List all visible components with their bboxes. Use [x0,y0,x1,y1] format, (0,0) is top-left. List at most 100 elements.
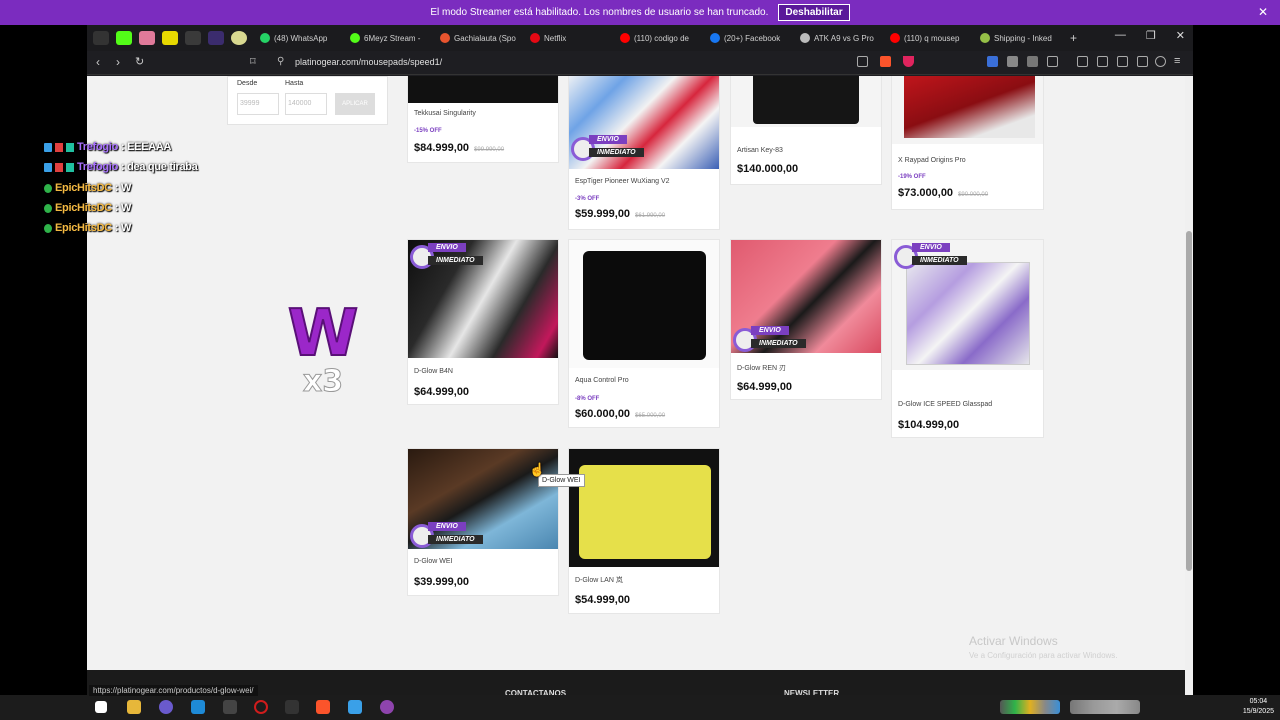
windows-start-icon[interactable] [95,701,107,713]
from-label: Desde [237,80,258,87]
shipping-badge: ENVIO INMEDIATO [571,135,661,163]
product-price: $140.000,00 [737,163,799,175]
product-price: $84.999,00 $99.990,00 [414,142,505,154]
product-name[interactable]: Tekkusai Singularity [414,110,476,117]
product-image[interactable] [569,449,719,567]
product-name[interactable]: D-Glow REN 刃 [737,363,786,373]
close-window-button[interactable]: ✕ [1176,29,1185,42]
product-card[interactable]: Aqua Control Pro -8% OFF $60.000,00 $65.0… [568,239,720,428]
chat-username[interactable]: Trefogio [77,141,118,153]
media-icon[interactable] [1077,56,1088,67]
brave-rewards-icon[interactable] [903,56,914,67]
product-image[interactable] [408,76,558,103]
apply-filter-button[interactable]: APLICAR [335,93,375,115]
brave-icon[interactable] [316,700,330,714]
forward-icon[interactable]: › [116,55,120,69]
tab-favicon-icon [980,33,990,43]
disable-streamer-button[interactable]: Deshabilitar [778,4,850,21]
product-image[interactable] [731,76,881,127]
discount-label: -8% OFF [575,396,600,402]
url-text[interactable]: platinogear.com/mousepads/speed1/ [295,57,442,67]
chat-username[interactable]: EpicHitsDC [55,182,112,194]
menu-icon[interactable]: ≡ [1174,55,1180,67]
app-icon[interactable] [223,700,237,714]
chat-badge-icon [66,162,74,172]
browser-tab[interactable]: Shipping - Inked [974,27,1064,49]
product-name[interactable]: D-Glow B4N [414,368,453,375]
browser-tab[interactable]: (48) WhatsApp [254,27,344,49]
bookmark-icon[interactable]: ⌑ [250,55,256,68]
browser-tab[interactable]: ATK A9 vs G Pro [794,27,884,49]
product-name[interactable]: Aqua Control Pro [575,377,629,384]
extension-icon[interactable] [1047,56,1058,67]
product-name[interactable]: D-Glow ICE SPEED Glasspad [898,401,992,408]
price-from-input[interactable]: 39999 [237,93,279,115]
taskbar-clock[interactable]: 05:04 15/9/2025 [1243,697,1274,717]
translate-icon[interactable] [987,56,998,67]
pinned-tab-icon[interactable] [208,31,224,45]
price-to-input[interactable]: 140000 [285,93,327,115]
app-icon[interactable] [159,700,173,714]
chat-text: : dea que tiraba [121,161,198,173]
product-price: $64.999,00 [737,381,793,393]
product-image[interactable] [892,76,1043,144]
browser-tab[interactable]: (20+) Facebook [704,27,794,49]
browser-tab[interactable]: Netflix [524,27,614,49]
site-info-icon[interactable]: ⚲ [277,56,284,67]
product-name[interactable]: D-Glow LAN 岚 [575,575,623,585]
minimize-button[interactable]: — [1115,29,1126,42]
chat-username[interactable]: Trefogio [77,161,118,173]
pinned-tab-icon[interactable] [162,31,178,45]
product-card[interactable]: ENVIO INMEDIATO EspTiger Pioneer WuXiang … [568,76,720,230]
product-card[interactable]: X Raypad Origins Pro -19% OFF $73.000,00… [891,76,1044,210]
app-icon[interactable] [380,700,394,714]
extension-icon[interactable] [1007,56,1018,67]
system-tray-icons[interactable] [1070,700,1140,714]
browser-tab[interactable]: (110) q mousep [884,27,974,49]
product-name[interactable]: D-Glow WEI [414,558,453,565]
product-card[interactable]: ENVIO INMEDIATO D-Glow B4N $64.999,00 [407,239,559,405]
tab-label: (48) WhatsApp [274,33,328,43]
vscode-icon[interactable] [191,700,205,714]
back-icon[interactable]: ‹ [96,55,100,69]
chat-username[interactable]: EpicHitsDC [55,222,112,234]
maximize-button[interactable]: ❐ [1146,29,1156,42]
new-tab-button[interactable]: + [1070,31,1077,45]
share-icon[interactable] [857,56,868,67]
emote-multiplier: x3 [303,364,343,397]
product-card[interactable]: ENVIO INMEDIATO D-Glow REN 刃 $64.999,00 [730,239,882,400]
brave-shields-icon[interactable] [880,56,891,67]
pinned-tab-icon[interactable] [231,31,247,45]
sidebar-icon[interactable] [1097,56,1108,67]
product-image[interactable] [569,240,719,368]
file-explorer-icon[interactable] [127,700,141,714]
pinned-tab-icon[interactable] [93,31,109,45]
browser-tab[interactable]: (110) codigo de [614,27,704,49]
system-tray-icons[interactable] [1000,700,1060,714]
browser-tab[interactable]: 6Meyz Stream - [344,27,434,49]
product-card[interactable]: ENVIO INMEDIATO D-Glow ICE SPEED Glasspad… [891,239,1044,438]
pinned-tab-icon[interactable] [139,31,155,45]
product-card[interactable]: D-Glow LAN 岚 $54.999,00 [568,448,720,614]
activate-windows-title: Activar Windows [969,634,1058,648]
product-name[interactable]: Artisan Key-83 [737,147,783,154]
pinned-tab-icon[interactable] [116,31,132,45]
product-name[interactable]: X Raypad Origins Pro [898,157,966,164]
wallet-icon[interactable] [1117,56,1128,67]
scrollbar-thumb[interactable] [1186,231,1192,571]
product-card[interactable]: Tekkusai Singularity -15% OFF $84.999,00… [407,76,559,163]
reload-icon[interactable]: ↻ [135,55,144,68]
product-card[interactable]: Artisan Key-83 $140.000,00 [730,76,882,185]
extension-icon[interactable] [1027,56,1038,67]
pinned-tab-icon[interactable] [185,31,201,45]
close-icon[interactable]: ✕ [1258,5,1268,19]
product-name[interactable]: EspTiger Pioneer WuXiang V2 [575,178,670,185]
opera-icon[interactable] [254,700,268,714]
vpn-icon[interactable] [1155,56,1166,67]
app-icon[interactable] [348,700,362,714]
app-icon[interactable] [285,700,299,714]
leo-ai-icon[interactable] [1137,56,1148,67]
browser-tab[interactable]: Gachialauta (Spo [434,27,524,49]
scrollbar[interactable] [1185,76,1193,695]
chat-username[interactable]: EpicHitsDC [55,202,112,214]
